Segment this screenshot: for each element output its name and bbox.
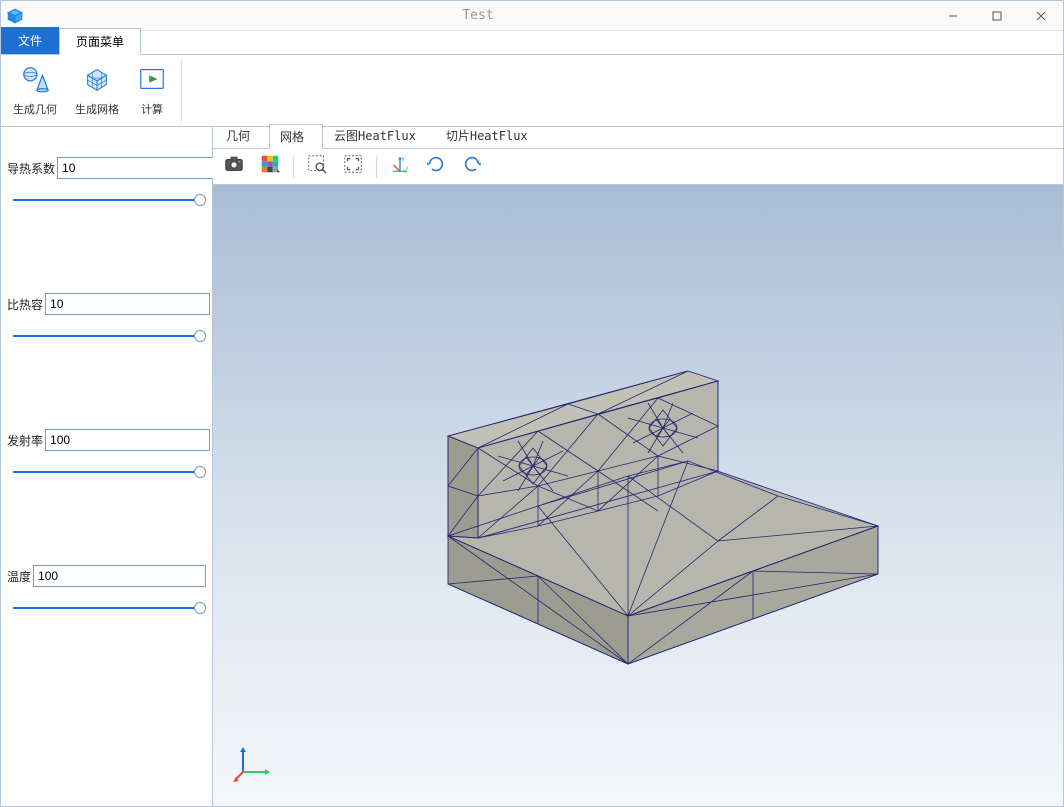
app-icon <box>5 6 25 26</box>
emissivity-input[interactable] <box>45 429 210 451</box>
tab-cloud-heatflux[interactable]: 云图HeatFlux <box>323 123 435 148</box>
specific-heat-input[interactable] <box>45 293 210 315</box>
ribbon-btn-label: 计算 <box>141 101 163 117</box>
viewer-tab-bar: 几何 网格 云图HeatFlux 切片HeatFlux <box>213 127 1063 149</box>
screenshot-button[interactable] <box>221 154 247 180</box>
rotate-cw-button[interactable] <box>423 154 449 180</box>
ribbon-tab-bar: 文件 页面菜单 <box>1 31 1063 55</box>
cube-mesh-icon <box>82 64 112 97</box>
minimize-button[interactable] <box>931 1 975 31</box>
field-thermal-conductivity: 导热系数 <box>7 157 206 207</box>
toolbar-separator <box>293 156 294 178</box>
rotate-ccw-button[interactable] <box>459 154 485 180</box>
rotate-cw-icon <box>425 153 447 180</box>
work-area: 导热系数 比热容 发射率 <box>1 127 1063 806</box>
tab-file[interactable]: 文件 <box>1 27 59 54</box>
tab-geometry[interactable]: 几何 <box>215 123 269 148</box>
generate-mesh-button[interactable]: 生成网格 <box>71 62 123 119</box>
field-specific-heat: 比热容 <box>7 293 206 343</box>
svg-text:x: x <box>406 166 409 172</box>
field-label: 发射率 <box>7 432 43 449</box>
fit-view-button[interactable] <box>340 154 366 180</box>
field-temperature: 温度 <box>7 565 206 615</box>
title-bar: Test <box>1 1 1063 31</box>
svg-text:y: y <box>402 156 405 162</box>
tab-page-menu[interactable]: 页面菜单 <box>59 28 141 55</box>
thermal-conductivity-input[interactable] <box>57 157 222 179</box>
ribbon: 生成几何 生成网格 计算 <box>1 55 1063 127</box>
palette-button[interactable] <box>257 154 283 180</box>
ribbon-group-main: 生成几何 生成网格 计算 <box>9 59 182 122</box>
axis-triad-icon <box>233 742 273 782</box>
viewer-toolbar: yx <box>213 149 1063 185</box>
zoom-box-icon <box>306 153 328 180</box>
temperature-input[interactable] <box>33 565 206 587</box>
axes-icon: yx <box>389 153 411 180</box>
field-label: 比热容 <box>7 296 43 313</box>
toolbar-separator <box>376 156 377 178</box>
generate-geometry-button[interactable]: 生成几何 <box>9 62 61 119</box>
maximize-button[interactable] <box>975 1 1019 31</box>
field-label: 温度 <box>7 568 31 585</box>
color-grid-icon <box>259 153 281 180</box>
play-icon <box>137 64 167 97</box>
mesh-model <box>378 316 898 676</box>
tab-mesh[interactable]: 网格 <box>269 124 323 149</box>
camera-icon <box>223 153 245 180</box>
viewport-3d[interactable] <box>213 185 1063 806</box>
rotate-ccw-icon <box>461 153 483 180</box>
field-emissivity: 发射率 <box>7 429 206 479</box>
ribbon-btn-label: 生成几何 <box>13 101 57 117</box>
thermal-conductivity-slider[interactable] <box>13 193 200 207</box>
compute-button[interactable]: 计算 <box>133 62 171 119</box>
temperature-slider[interactable] <box>13 601 200 615</box>
emissivity-slider[interactable] <box>13 465 200 479</box>
axes-button[interactable]: yx <box>387 154 413 180</box>
properties-panel: 导热系数 比热容 发射率 <box>1 127 213 806</box>
specific-heat-slider[interactable] <box>13 329 200 343</box>
fit-icon <box>342 153 364 180</box>
close-button[interactable] <box>1019 1 1063 31</box>
window-title: Test <box>25 8 931 23</box>
ribbon-btn-label: 生成网格 <box>75 101 119 117</box>
tab-slice-heatflux[interactable]: 切片HeatFlux <box>435 123 547 148</box>
viewer: 几何 网格 云图HeatFlux 切片HeatFlux yx <box>213 127 1063 806</box>
zoom-window-button[interactable] <box>304 154 330 180</box>
field-label: 导热系数 <box>7 160 55 177</box>
sphere-cone-icon <box>20 64 50 97</box>
